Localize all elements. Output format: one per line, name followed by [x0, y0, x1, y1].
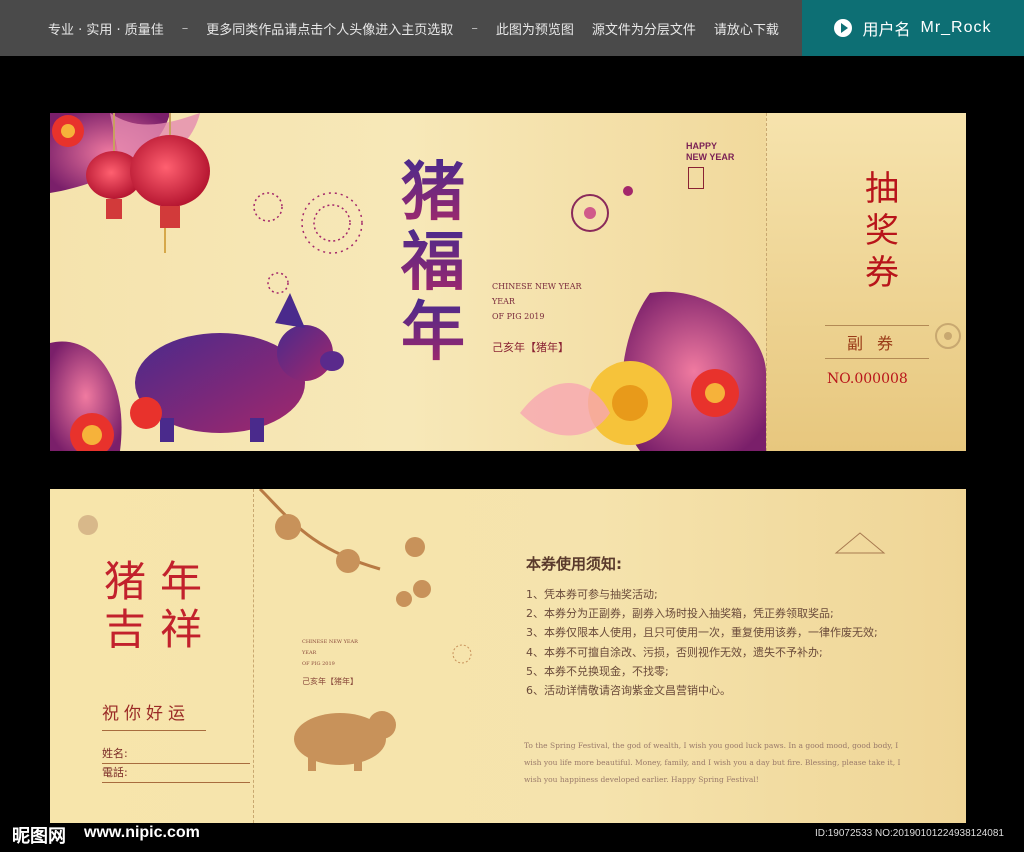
stub-title-char: 抽 [865, 169, 899, 209]
rule-item: 4、本券不可擅自涂改、污损，否则视作无效，遗失不予补办; [526, 645, 823, 659]
blessing-char: 吉 [103, 605, 146, 654]
rules-list: 1、凭本券可参与抽奖活动; 2、本券分为正副券，副券入场时投入抽奖箱，凭正券领取… [526, 585, 926, 700]
title-char: 猪 [401, 155, 465, 230]
rule-item: 1、凭本券可参与抽奖活动; [526, 588, 658, 601]
english-blessing: To the Spring Festival, the god of wealt… [524, 741, 901, 784]
pig-icon [294, 711, 396, 771]
top-bar: 专业 · 实用 · 质量佳 – 更多同类作品请点击个人头像进入主页选取 – 此图… [0, 0, 1024, 56]
title-char: 福 [401, 225, 465, 300]
notice-item: 请放心下载 [713, 22, 779, 38]
stub-title: 抽 奖 券 [852, 168, 912, 294]
plum-blossom-icon [571, 186, 633, 232]
back-english-title: CHINESE NEW YEAR YEAR OF PIG 2019 [302, 637, 358, 670]
user-label: 用户名 [862, 20, 911, 39]
plum-blossom-icon [935, 323, 961, 349]
happy-line: NEW YEAR [686, 152, 735, 162]
ticket-front: 猪 福 年 CHINESE NEW YEAR YEAR OF PIG 2019 … [50, 113, 966, 451]
english-line: CHINESE NEW YEAR [302, 639, 358, 645]
happy-new-year-label: HAPPY NEW YEAR [686, 141, 734, 163]
phone-field[interactable]: 電話: [102, 764, 250, 783]
name-field[interactable]: 姓名: [102, 745, 250, 764]
rule-item: 3、本券仅限本人使用，且只可使用一次，重复使用该券，一律作废无效; [526, 626, 878, 640]
ticket-front-main: 猪 福 年 CHINESE NEW YEAR YEAR OF PIG 2019 … [50, 113, 766, 451]
english-line: OF PIG 2019 [302, 661, 335, 667]
user-badge[interactable]: 用户名 Mr_Rock [802, 0, 1024, 56]
seal-icon [688, 167, 704, 189]
notice-item: 专业 · 实用 · 质量佳 [48, 22, 164, 38]
stub-title-char: 奖 [865, 211, 899, 251]
blessing-char: 年 [159, 557, 202, 606]
english-line: CHINESE NEW YEAR [492, 282, 582, 291]
notice-item: 源文件为分层文件 [591, 22, 696, 38]
notice-separator: – [471, 20, 478, 36]
name-label: 姓名: [102, 747, 128, 760]
rules-title: 本券使用须知: [526, 555, 622, 573]
watermark-url[interactable]: www.nipic.com [84, 824, 200, 842]
rule-item: 5、本券不兑换现金，不找零; [526, 664, 669, 678]
stub-title-char: 券 [865, 253, 899, 293]
back-year-label: 己亥年【猪年】 [302, 677, 358, 686]
title-char: 年 [401, 295, 465, 370]
front-english-title: CHINESE NEW YEAR YEAR OF PIG 2019 [492, 279, 582, 324]
plum-branch-icon [258, 489, 431, 607]
ticket-back: 猪 年 吉 祥 祝你好运 姓名: 電話: CHINESE NEW YEAR YE… [50, 489, 966, 823]
blessing-title: 猪 年 吉 祥 [100, 559, 210, 653]
english-line: OF PIG 2019 [492, 312, 545, 321]
play-icon [834, 19, 853, 37]
plum-blossom-icon [78, 515, 98, 535]
english-line: YEAR [302, 650, 317, 656]
ticket-front-stub: 抽 奖 券 副券 NO.000008 [766, 113, 966, 451]
front-title: 猪 福 年 [388, 158, 478, 368]
blessing-char: 祥 [159, 605, 202, 654]
front-year-label: 己亥年【猪年】 [492, 341, 569, 354]
notice-separator: – [181, 20, 189, 36]
wish-text: 祝你好运 [102, 699, 206, 731]
english-line: YEAR [492, 297, 515, 306]
firework-icon [452, 644, 472, 664]
phone-label: 電話: [102, 766, 128, 779]
stub-subtitle: 副券 [825, 325, 929, 359]
ticket-number: NO.000008 [827, 371, 908, 387]
fan-icon [834, 532, 886, 554]
perforation-line [253, 489, 254, 823]
notice-item: 此图为预览图 [495, 22, 574, 38]
happy-line: HAPPY [686, 141, 718, 151]
rule-item: 6、活动详情敬请咨询紫金文昌营销中心。 [526, 684, 731, 698]
watermark-logo: 昵图网 [12, 826, 66, 847]
blessing-char: 猪 [103, 557, 146, 606]
top-bar-notice: 专业 · 实用 · 质量佳 – 更多同类作品请点击个人头像进入主页选取 – 此图… [0, 0, 800, 56]
pig-icon [135, 293, 344, 442]
user-name[interactable]: Mr_Rock [921, 19, 992, 37]
watermark-id: ID:19072533 NO:20190101224938124081 [814, 828, 1004, 839]
firework-icon [253, 192, 363, 294]
notice-item: 更多同类作品请点击个人头像进入主页选取 [206, 22, 454, 38]
rule-item: 2、本券分为正副券，副券入场时投入抽奖箱，凭正券领取奖品; [526, 607, 834, 621]
